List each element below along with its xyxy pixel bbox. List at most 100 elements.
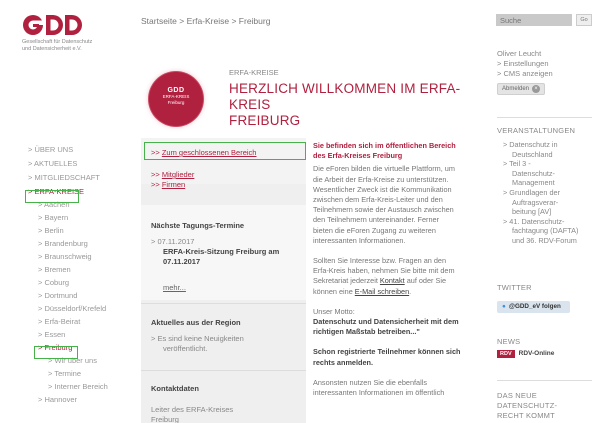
nav-coburg[interactable]: > Coburg [38, 278, 69, 287]
contact-text-line1: Leiter des ERFA-Kreises [151, 405, 234, 414]
event-1-line1[interactable]: > Datenschutz in [503, 140, 595, 150]
rdv-online-label: RDV-Online [518, 350, 555, 357]
nav-duesseldorf-krefeld[interactable]: > Düsseldorf/Krefeld [38, 304, 106, 313]
event-2-line2[interactable]: Datenschutz- [503, 169, 595, 179]
contact-text-line2: Freiburg [151, 415, 179, 423]
twitter-bird-icon: ● [502, 303, 506, 310]
members-link[interactable]: >> Mitglieder [151, 170, 194, 179]
logout-button[interactable]: Abmelden × [497, 83, 546, 95]
event-2-line3[interactable]: Management [503, 178, 595, 188]
intro-line-7: bieten die eForen Zugang zu weiteren [313, 225, 436, 235]
right-divider-1 [497, 117, 592, 118]
nav-aktuelles[interactable]: > AKTUELLES [28, 159, 77, 168]
event-1-line2[interactable]: Deutschland [503, 150, 595, 160]
logout-icon: × [532, 85, 541, 93]
meeting-title-line2: 07.11.2017 [163, 257, 201, 266]
event-4-line3[interactable]: und 36. RDV-Forum [503, 236, 595, 246]
event-2-line1[interactable]: > Teil 3 - [503, 159, 595, 169]
rdv-badge: RDV [497, 350, 515, 358]
event-4-line2[interactable]: fachtagung (DAFTA) [503, 226, 595, 236]
nav-brandenburg[interactable]: > Brandenburg [38, 239, 88, 248]
new-law-line3: RECHT KOMMT [497, 411, 555, 420]
nav-bayern[interactable]: > Bayern [38, 213, 68, 222]
firms-label: Firmen [161, 180, 186, 189]
intro-line-3: Wesentlicher Zweck ist die Kommunikation [313, 184, 452, 194]
motto-label: Unser Motto: [313, 306, 355, 316]
nav-dortmund[interactable]: > Dortmund [38, 291, 77, 300]
highlight-erfa-kreise [25, 190, 79, 203]
logo-subtitle: Gesellschaft für Datenschutz und Datensi… [22, 39, 132, 52]
contact-paragraph: Sollten Sie Interesse bzw. Fragen an den… [313, 256, 488, 297]
page-title-line1: HERZLICH WILLKOMMEN IM ERFA-KREIS [229, 81, 461, 112]
news-region-text-line1: > Es sind keine Neuigkeiten [151, 334, 244, 343]
new-law-line2: DATENSCHUTZ- [497, 401, 558, 410]
contact-text: Leiter des ERFA-Kreises Freiburg [151, 405, 233, 423]
events-list: > Datenschutz in Deutschland > Teil 3 - … [503, 140, 595, 246]
intro-line-5: Teilnehmern sowie der Austausch zwischen [313, 205, 454, 215]
search-input[interactable] [496, 14, 572, 26]
nav-berlin[interactable]: > Berlin [38, 226, 64, 235]
page-title-line2: FREIBURG [229, 113, 301, 128]
nav-bremen[interactable]: > Bremen [38, 265, 71, 274]
nav-braunschweig[interactable]: > Braunschweig [38, 252, 92, 261]
nav-mitgliedschaft[interactable]: > MITGLIEDSCHAFT [28, 173, 100, 182]
event-3-line2[interactable]: Auftragsverar- [503, 198, 595, 208]
meetings-more-link[interactable]: mehr... [163, 283, 186, 292]
nav-essen[interactable]: > Essen [38, 330, 65, 339]
intro-paragraph: Die eForen bilden die virtuelle Plattfor… [313, 164, 488, 246]
meetings-title: Nächste Tagungs-Termine [151, 221, 245, 230]
kontakt-link[interactable]: Kontakt [380, 276, 405, 285]
nav-erfa-beirat[interactable]: > Erfa-Beirat [38, 317, 80, 326]
nav-ueber-uns[interactable]: > ÜBER UNS [28, 145, 73, 154]
news-title: NEWS [497, 337, 521, 346]
contact-para-line2: Erfa-Kreis haben, nehmen Sie bitte mit d… [313, 266, 455, 276]
registered-line1: Schon registrierte Teilnehmer können sic… [313, 347, 461, 357]
event-3-line3[interactable]: beitung [AV] [503, 207, 595, 217]
badge-line2: Freiburg [167, 99, 185, 105]
motto-line2: richtigen Maßstab betreiben..." [313, 327, 420, 337]
intro-line-8: interessanten Informationen. [313, 235, 406, 245]
cms-link[interactable]: > CMS anzeigen [497, 69, 553, 79]
more-info-line2: interessanten Informationen im öffentlic… [313, 388, 445, 398]
logout-label: Abmelden [502, 86, 530, 92]
email-link[interactable]: E-Mail schreiben [355, 287, 409, 296]
news-region-text: > Es sind keine Neuigkeiten veröffentlic… [151, 334, 244, 354]
nav-interner-bereich[interactable]: > Interner Bereich [48, 382, 108, 391]
rdv-online-link[interactable]: RDV RDV-Online [497, 350, 554, 358]
search-button[interactable]: Go [576, 14, 592, 26]
event-4-line1[interactable]: > 41. Datenschutz- [503, 217, 595, 227]
header-kicker: ERFA-KREISE [229, 68, 279, 77]
middle-divider-2 [141, 370, 306, 371]
news-region-text-line2: veröffentlicht. [163, 344, 208, 353]
new-law-line1: DAS NEUE [497, 391, 537, 400]
right-divider-2 [497, 380, 592, 381]
nav-hannover[interactable]: > Hannover [38, 395, 77, 404]
contact-para-line4-pre: können eine [313, 286, 355, 296]
new-law-teaser[interactable]: DAS NEUE DATENSCHUTZ- RECHT KOMMT [497, 391, 557, 421]
meeting-title[interactable]: ERFA-Kreis-Sitzung Freiburg am 07.11.201… [163, 247, 279, 267]
page-title: HERZLICH WILLKOMMEN IM ERFA-KREIS FREIBU… [229, 81, 489, 129]
twitter-follow-button[interactable]: ● @GDD_eV folgen [497, 301, 570, 313]
public-area-line1: Sie befinden sich im öffentlichen Bereic… [313, 141, 456, 150]
event-3-line1[interactable]: > Grundlagen der [503, 188, 595, 198]
erfa-kreis-badge: GDD ERFA-KREIS Freiburg [149, 72, 203, 126]
intro-line-1: Die eForen bilden die virtuelle Plattfor… [313, 164, 455, 174]
contact-para-line4-post: . [409, 286, 412, 296]
settings-link[interactable]: > Einstellungen [497, 59, 553, 69]
sidebar-nav: > ÜBER UNS > AKTUELLES > MITGLIEDSCHAFT … [28, 145, 138, 415]
gdd-logo-mark [23, 15, 82, 35]
registered-line2: rechts anmelden. [313, 357, 374, 367]
twitter-title: TWITTER [497, 283, 532, 292]
logo-subtitle-line2: und Datensicherheit e.V. [22, 45, 82, 52]
breadcrumb[interactable]: Startseite > Erfa-Kreise > Freiburg [141, 16, 270, 26]
events-title: VERANSTALTUNGEN [497, 126, 576, 135]
middle-divider-1 [141, 303, 306, 304]
meeting-title-line1: ERFA-Kreis-Sitzung Freiburg am [163, 247, 280, 256]
intro-line-6: den Teilnehmern untereinander. Ferner [313, 215, 440, 225]
contact-para-line4: können eine E-Mail schreiben. [313, 287, 488, 297]
gdd-logo[interactable]: Gesellschaft für Datenschutz und Datensi… [22, 14, 132, 52]
news-region-title: Aktuelles aus der Region [151, 318, 241, 327]
nav-termine[interactable]: > Termine [48, 369, 81, 378]
firms-link[interactable]: >> Firmen [151, 180, 185, 189]
contact-para-line3-post: auf oder Sie [404, 276, 447, 286]
